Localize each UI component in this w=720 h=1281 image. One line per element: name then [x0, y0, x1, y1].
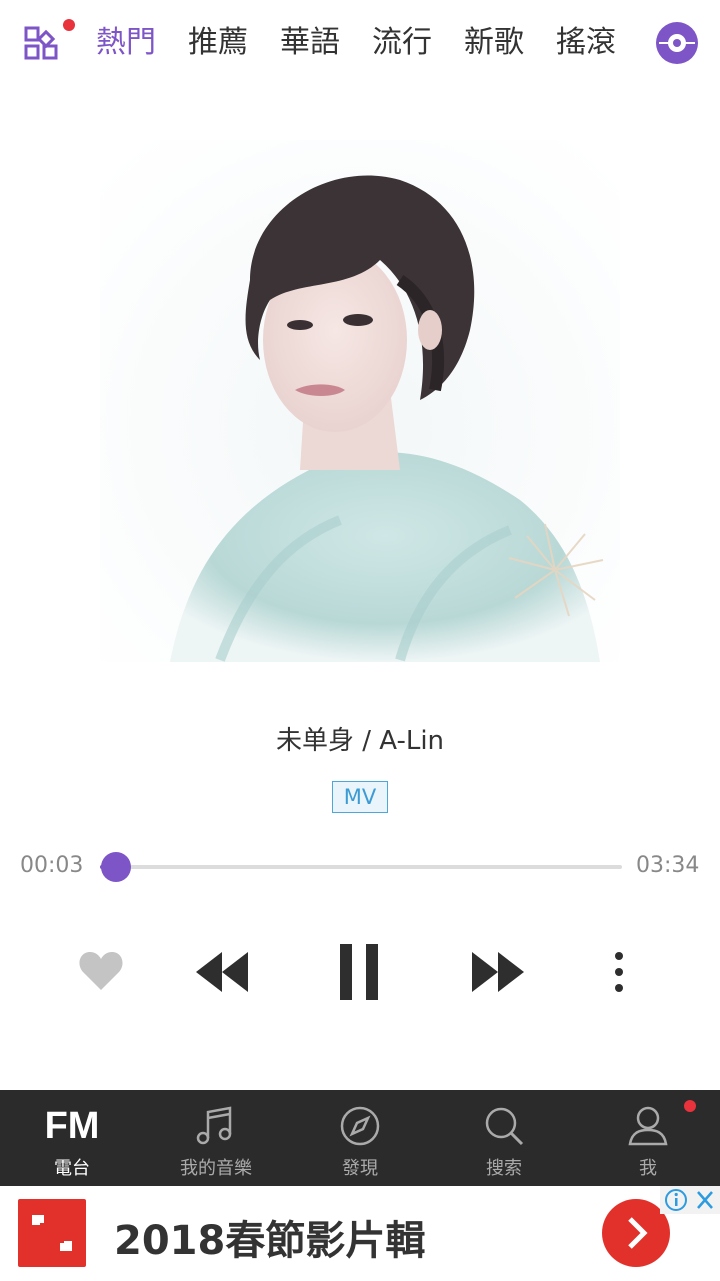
progress-thumb[interactable]: [100, 852, 131, 882]
tab-mandarin[interactable]: 華語: [280, 0, 340, 86]
ad-text: 2018春節影片輯: [114, 1218, 426, 1264]
album-art: [100, 140, 620, 662]
nav-search[interactable]: 搜索: [432, 1090, 576, 1186]
tab-rock[interactable]: 搖滾: [556, 0, 616, 86]
nav-discover[interactable]: 發現: [288, 1090, 432, 1186]
nav-label-my-music: 我的音樂: [180, 1158, 252, 1179]
disc-icon[interactable]: [654, 20, 700, 66]
heart-icon[interactable]: [78, 950, 124, 992]
current-time: 00:03: [20, 853, 84, 878]
progress-track[interactable]: [100, 865, 622, 869]
nav-my-music[interactable]: 我的音樂: [144, 1090, 288, 1186]
nav-label-discover: 發現: [342, 1158, 378, 1179]
nav-label-search: 搜索: [486, 1158, 522, 1179]
compass-icon: [340, 1106, 380, 1146]
person-icon: [628, 1106, 668, 1146]
notification-dot: [63, 19, 75, 31]
nav-label-radio: 電台: [54, 1158, 90, 1179]
song-title: 未单身 / A-Lin: [275, 726, 445, 756]
tab-new-songs[interactable]: 新歌: [464, 0, 524, 86]
nav-label-me: 我: [639, 1158, 657, 1179]
notification-dot: [684, 1100, 696, 1112]
total-time: 03:34: [636, 853, 700, 878]
bottom-navigation: FM 電台 我的音樂 發現 搜索 我: [0, 1090, 720, 1186]
pause-icon[interactable]: [338, 942, 382, 1002]
fm-logo: FM: [44, 1105, 100, 1147]
music-note-icon: [196, 1106, 232, 1145]
grid-icon[interactable]: [24, 19, 75, 62]
ad-info-close[interactable]: [660, 1186, 720, 1214]
rewind-icon[interactable]: [194, 950, 250, 994]
tab-recommended[interactable]: 推薦: [188, 0, 248, 86]
search-icon: [485, 1107, 524, 1146]
top-category-bar: 熱門 推薦 華語 流行 新歌 搖滾: [0, 0, 720, 86]
more-vertical-icon[interactable]: [606, 950, 632, 996]
nav-radio[interactable]: FM 電台: [0, 1090, 144, 1186]
fast-forward-icon[interactable]: [470, 950, 526, 994]
ad-logo-icon: [18, 1199, 86, 1267]
nav-me[interactable]: 我: [576, 1090, 720, 1186]
category-tabs: 熱門 推薦 華語 流行 新歌 搖滾: [96, 0, 636, 86]
mv-button[interactable]: MV: [332, 781, 388, 813]
ad-banner[interactable]: 2018春節影片輯: [0, 1186, 720, 1281]
tab-hot[interactable]: 熱門: [96, 0, 156, 86]
tab-pop[interactable]: 流行: [372, 0, 432, 86]
